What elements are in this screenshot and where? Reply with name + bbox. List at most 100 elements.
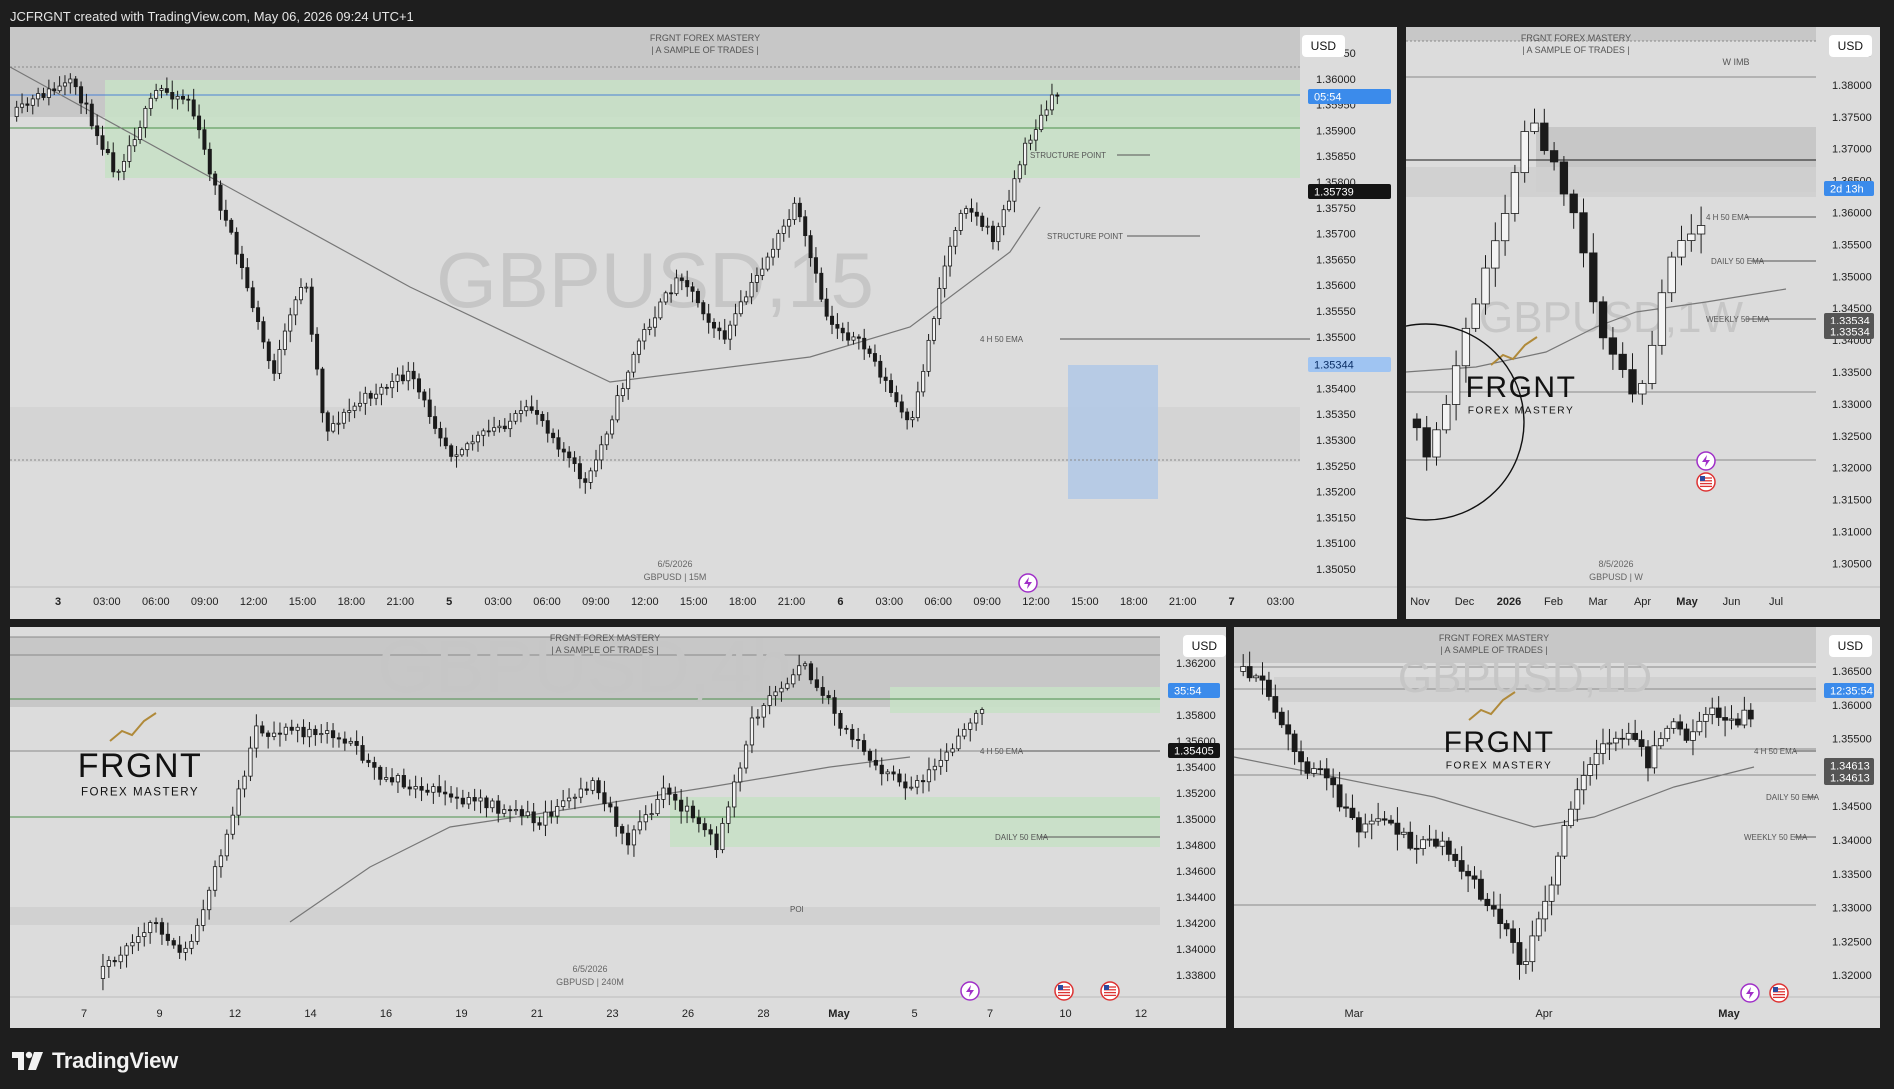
lightning-icon[interactable] <box>960 981 980 1001</box>
candle-body <box>1330 777 1337 786</box>
currency-button[interactable]: USD <box>1828 35 1872 57</box>
candle-body <box>661 787 666 800</box>
candle-body <box>62 82 67 87</box>
candle-body <box>776 233 781 250</box>
us-flag-icon-ring[interactable] <box>1054 981 1074 1001</box>
candle-body <box>1608 337 1618 355</box>
candle-body <box>46 88 51 98</box>
footer-caption: GBPUSD | 240M <box>556 977 624 987</box>
chart-panel-15m[interactable]: GBPUSD,15 FRGNT FOREX MASTERY | A SAMPLE O… <box>10 27 1397 619</box>
time-tick-label: 21:00 <box>778 596 806 608</box>
candle-body <box>761 705 766 718</box>
zone-box <box>890 687 1160 713</box>
chart-panel-4h[interactable]: GBPUSD,4h FRGNT FOREX MASTERY | A SAMPLE O… <box>10 627 1226 1028</box>
currency-button[interactable]: USD <box>1301 35 1345 57</box>
us-flag-icon[interactable] <box>1769 983 1789 1003</box>
candle-body <box>384 777 389 780</box>
candle-body <box>915 391 920 419</box>
candle-body <box>124 945 129 956</box>
candle-body <box>669 292 674 295</box>
candle-body <box>658 301 663 319</box>
candle-body <box>79 86 84 104</box>
us-flag-icon-ring[interactable] <box>1100 981 1120 1001</box>
candle-body <box>937 288 942 319</box>
candle-body <box>594 459 599 472</box>
candle-body <box>36 93 41 100</box>
chart-canvas[interactable]: GBPUSD,15FRGNT FOREX MASTERY| A SAMPLE O… <box>10 27 1397 619</box>
candle-body <box>121 161 126 172</box>
candle-body <box>577 463 582 480</box>
candle-body <box>926 769 932 783</box>
candle-body <box>625 832 631 846</box>
us-flag-canton <box>1058 985 1063 990</box>
candle-body <box>492 427 497 432</box>
candle-body <box>636 340 641 355</box>
candle-body <box>1362 823 1369 833</box>
candle-body <box>293 299 298 316</box>
candle-body <box>407 786 412 790</box>
candle-body <box>89 103 94 127</box>
us-flag-icon[interactable] <box>1054 981 1074 1001</box>
candle-body <box>201 909 206 926</box>
candle-body <box>909 786 914 789</box>
candle-body <box>948 245 953 267</box>
candle-body <box>57 85 62 92</box>
candle-body <box>313 728 318 736</box>
candle-body <box>543 811 548 826</box>
candle-body <box>413 786 418 790</box>
candle <box>926 334 931 377</box>
time-tick-label: 06:00 <box>142 596 170 608</box>
price-badge-text: 1.35739 <box>1314 187 1354 199</box>
candle-body <box>400 374 405 382</box>
currency-button[interactable]: USD <box>1828 635 1872 657</box>
candle-body <box>1285 724 1292 735</box>
candle-body <box>138 127 143 141</box>
lightning-icon[interactable] <box>1018 573 1038 593</box>
candle-body <box>838 713 843 729</box>
us-flag-icon-ring[interactable] <box>1769 983 1789 1003</box>
chart-panel-weekly[interactable]: GBPUSD,1W FRGNT FOREX MASTERY | A SAMPLE O… <box>1406 27 1880 619</box>
us-flag-icon-ring[interactable] <box>1696 472 1716 492</box>
candle-body <box>524 406 529 412</box>
header-caption: | A SAMPLE OF TRADES | <box>551 645 659 655</box>
candle-body <box>968 722 973 730</box>
chart-panel-daily[interactable]: GBPUSD,1D FRGNT FOREX MASTERY | A SAMPLE O… <box>1234 627 1880 1028</box>
brand-logo-subtitle: FOREX MASTERY <box>1446 761 1553 772</box>
candle-body <box>95 125 100 137</box>
candle-body <box>755 716 760 719</box>
time-tick-label: 18:00 <box>729 596 757 608</box>
candle-body <box>513 413 518 422</box>
price-tick-label: 1.35750 <box>1316 203 1356 215</box>
candle-body <box>195 924 200 942</box>
candle-body <box>897 773 902 783</box>
candle-body <box>773 691 778 697</box>
price-tick-label: 1.35200 <box>1176 788 1216 800</box>
candle-body <box>1355 817 1362 833</box>
tradingview-footer[interactable]: TradingView <box>12 1047 178 1075</box>
candle-body <box>448 793 454 798</box>
candle-body <box>649 813 654 816</box>
candle-body <box>1589 252 1598 303</box>
us-flag-icon[interactable] <box>1696 472 1716 492</box>
brand-logo-subtitle: FOREX MASTERY <box>81 787 199 799</box>
candle-body <box>903 781 908 789</box>
price-tick-label: 1.37500 <box>1832 112 1872 124</box>
candle-body <box>1044 109 1049 116</box>
lightning-icon[interactable] <box>1696 451 1716 471</box>
chart-canvas[interactable]: GBPUSD,1D FRGNT FOREX MASTERY | A SAMPLE O… <box>1234 627 1880 1028</box>
price-tick-label: 1.34200 <box>1176 918 1216 930</box>
candle-body <box>631 353 636 373</box>
chart-canvas[interactable]: GBPUSD,4hFRGNT FOREX MASTERY| A SAMPLE O… <box>10 627 1226 1028</box>
candle-body <box>1272 696 1279 713</box>
candle-body <box>862 337 867 350</box>
price-tick-label: 1.38000 <box>1832 80 1872 92</box>
price-tick-label: 1.35400 <box>1176 762 1216 774</box>
price-tick-label: 1.34500 <box>1832 801 1872 813</box>
candle-body <box>743 744 749 769</box>
us-flag-icon[interactable] <box>1100 981 1120 1001</box>
candle-body <box>584 788 589 791</box>
currency-button[interactable]: USD <box>1182 635 1226 657</box>
lightning-icon[interactable] <box>1740 983 1760 1003</box>
price-axis-strip[interactable] <box>1304 27 1397 619</box>
chart-canvas[interactable]: GBPUSD,1W FRGNT FOREX MASTERY | A SAMPLE O… <box>1406 27 1880 619</box>
